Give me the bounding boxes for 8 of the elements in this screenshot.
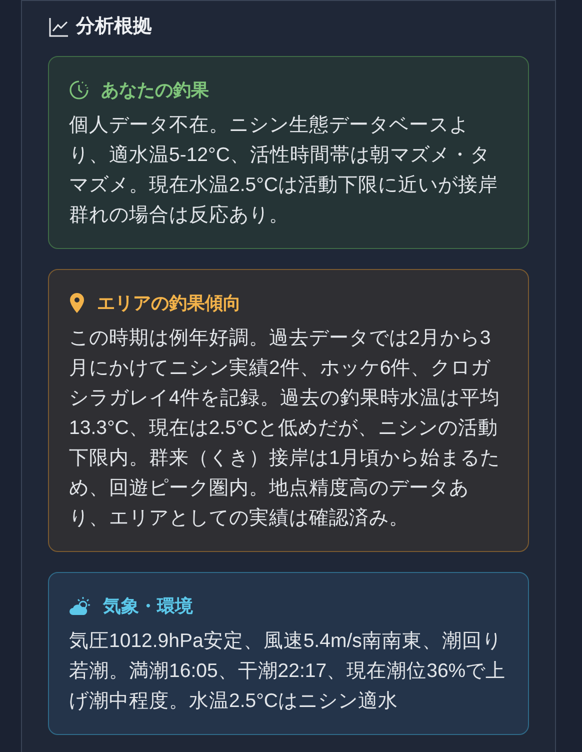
card-title: エリアの釣果傾向 (97, 292, 241, 314)
card-text: この時期は例年好調。過去データでは2月から3月にかけてニシン実績2件、ホッケ6件、クロガシラガレイ4件を記録。過去の釣果時水温は平均13.3°C、現在は2.5°Cと低めだが、ニシンの活動下限内。群来（くき）接岸は1月頃から始まるため、回遊ピーク圏内。地点精度高のデータあり、エリアとしての実績は確認済み。 (69, 326, 501, 530)
card-title: 気象・環境 (103, 594, 193, 618)
card-text: 個人データ不在。ニシン生態データベースより、適水温5-12°C、活性時間帯は朝マズメ・タマズメ。現在水温2.5°Cは活動下限に近いが接岸群れの場合は反応あり。 (69, 112, 499, 228)
card-title: あなたの釣果 (101, 78, 209, 102)
chart-icon (48, 16, 70, 38)
section-title: 分析根拠 (76, 15, 152, 39)
card-text: 気圧1012.9hPa安定、風速5.4m/s南南東、潮回り若潮。満潮16:05、干潮22:17、現在潮位36%で上げ潮中程度。水温2.5°Cはニシン適水 (69, 628, 507, 714)
